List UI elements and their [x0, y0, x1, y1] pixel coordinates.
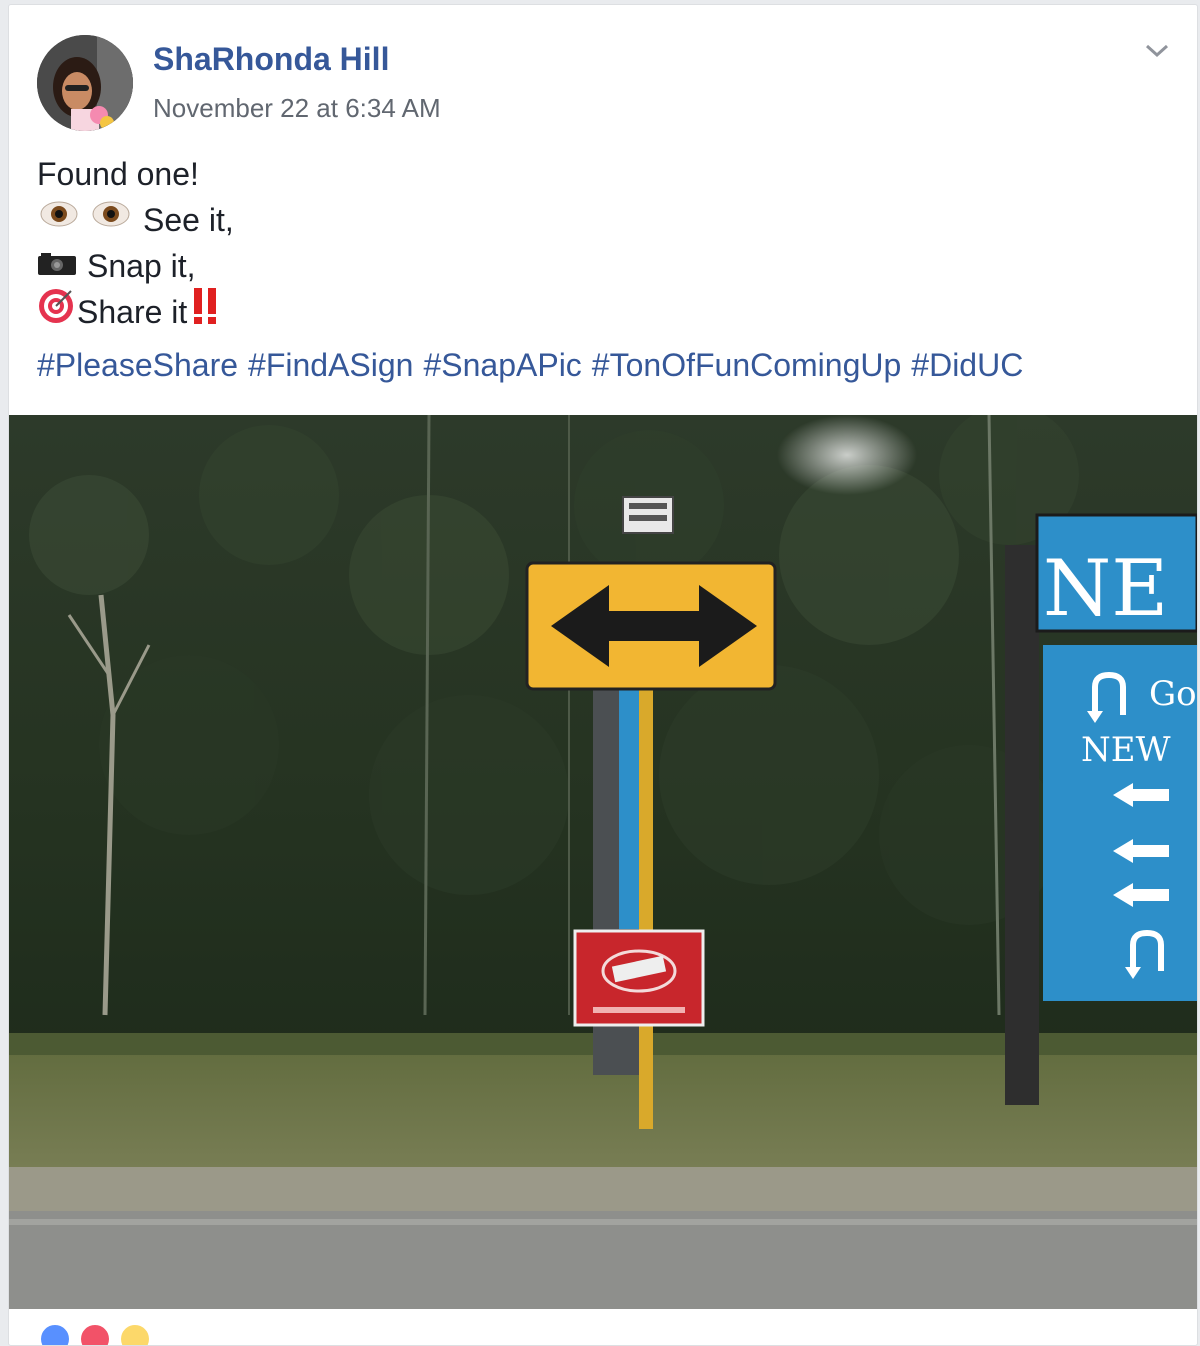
post-line-text: Found one! — [37, 156, 199, 192]
post-line-3: Snap it, — [37, 243, 234, 289]
photo-sign-line2: NEW — [1081, 730, 1171, 770]
post-line-1: Found one! — [37, 151, 234, 197]
post-line-text: Snap it, — [87, 248, 196, 284]
post-line-2: See it, — [37, 197, 234, 243]
hashtag-link[interactable]: #PleaseShare — [37, 347, 238, 383]
hashtag-link[interactable]: #FindASign — [248, 347, 413, 383]
author-avatar[interactable] — [37, 35, 133, 131]
hashtag-link[interactable]: #TonOfFunComingUp — [592, 347, 901, 383]
hashtags: #PleaseShare #FindASign #SnapAPic #TonOfFun… — [37, 347, 1033, 384]
post-timestamp[interactable]: November 22 at 6:34 AM — [153, 93, 441, 124]
target-icon — [37, 287, 75, 337]
chevron-down-icon[interactable] — [1143, 41, 1171, 61]
photo-sign-line1: Go — [1149, 674, 1197, 714]
double-exclamation-icon — [191, 286, 221, 338]
eyes-icon — [37, 197, 133, 243]
post-line-text: See it, — [143, 202, 234, 238]
author-name[interactable]: ShaRhonda Hill — [153, 41, 389, 78]
camera-icon — [37, 243, 77, 289]
post-line-text: Share it — [77, 294, 188, 330]
post-card: ShaRhonda Hill November 22 at 6:34 AM Fo… — [8, 4, 1198, 1346]
post-photo[interactable]: NE Go NEW — [9, 415, 1197, 1309]
post-line-4: Share it — [37, 286, 234, 338]
photo-sign-top-text: NE — [1043, 544, 1168, 634]
hashtag-link[interactable]: #DidUC — [911, 347, 1023, 383]
hashtag-link[interactable]: #SnapAPic — [423, 347, 581, 383]
post-text: Found one! See it, Snap it, Share it — [37, 151, 234, 335]
